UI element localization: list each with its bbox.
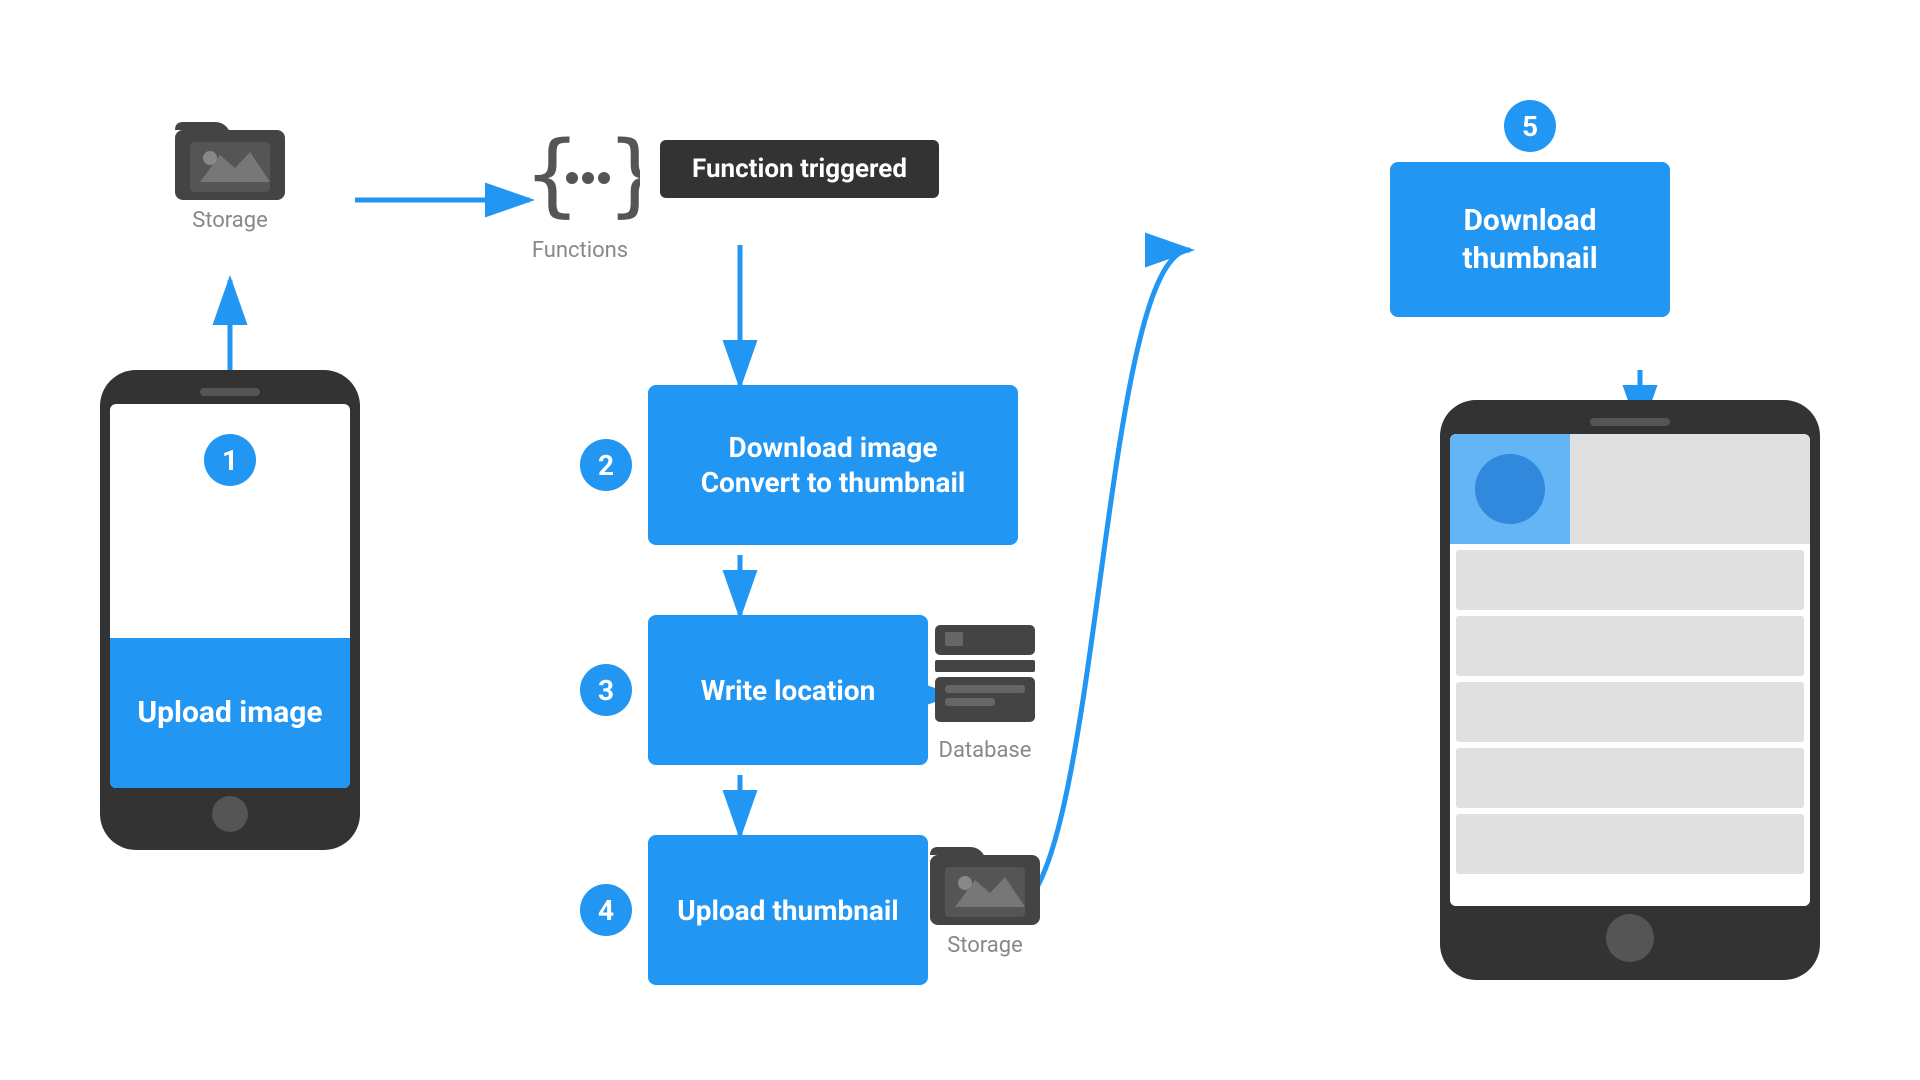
svg-text:}: } <box>608 122 640 227</box>
database-svg <box>930 620 1040 730</box>
diagram: 1 Upload image Storage { <box>0 0 1920 1080</box>
rps-row-1 <box>1456 550 1804 610</box>
folder-svg-left <box>175 110 285 200</box>
rps-top-row <box>1450 434 1810 544</box>
database-label: Database <box>939 738 1032 763</box>
storage-icon-right: Storage <box>930 835 1040 958</box>
step-2-container: 2 Download image Convert to thumbnail <box>580 385 1018 545</box>
functions-icon-container: { } Functions <box>520 120 640 263</box>
storage-label-left: Storage <box>192 208 268 233</box>
step-3-container: 3 Write location <box>580 615 928 765</box>
rps-row-3 <box>1456 682 1804 742</box>
database-icon-container: Database <box>930 620 1040 763</box>
left-phone-speaker <box>200 388 260 396</box>
step-1-button[interactable]: Upload image <box>110 638 350 788</box>
step-2-badge: 2 <box>580 439 632 491</box>
functions-svg: { } <box>520 120 640 230</box>
left-phone: 1 Upload image <box>100 370 360 850</box>
rps-row-2 <box>1456 616 1804 676</box>
left-phone-screen: 1 Upload image <box>110 404 350 788</box>
right-phone <box>1440 400 1820 980</box>
step-1-badge: 1 <box>204 434 256 486</box>
step-4-badge: 4 <box>580 884 632 936</box>
rps-row-4 <box>1456 748 1804 808</box>
rps-right-placeholder <box>1570 434 1810 544</box>
right-phone-speaker <box>1590 418 1670 426</box>
left-phone-home <box>212 796 248 832</box>
rps-row-5 <box>1456 814 1804 874</box>
step-5-button[interactable]: Download thumbnail <box>1390 162 1670 317</box>
step-5-container: 5 Download thumbnail <box>1390 100 1670 317</box>
storage-label-right: Storage <box>947 933 1023 958</box>
functions-label: Functions <box>532 238 628 263</box>
step-5-badge: 5 <box>1504 100 1556 152</box>
right-phone-home <box>1606 914 1654 962</box>
step-4-button[interactable]: Upload thumbnail <box>648 835 928 985</box>
step-3-button[interactable]: Write location <box>648 615 928 765</box>
step-3-badge: 3 <box>580 664 632 716</box>
storage-icon-left: Storage <box>175 110 285 233</box>
step-4-container: 4 Upload thumbnail <box>580 835 928 985</box>
rps-image-placeholder <box>1450 434 1570 544</box>
folder-svg-right <box>930 835 1040 925</box>
right-phone-mockup <box>1450 434 1810 906</box>
step-2-button[interactable]: Download image Convert to thumbnail <box>648 385 1018 545</box>
rps-circle <box>1475 454 1545 524</box>
function-triggered-label: Function triggered <box>660 140 939 198</box>
right-phone-screen <box>1450 434 1810 906</box>
